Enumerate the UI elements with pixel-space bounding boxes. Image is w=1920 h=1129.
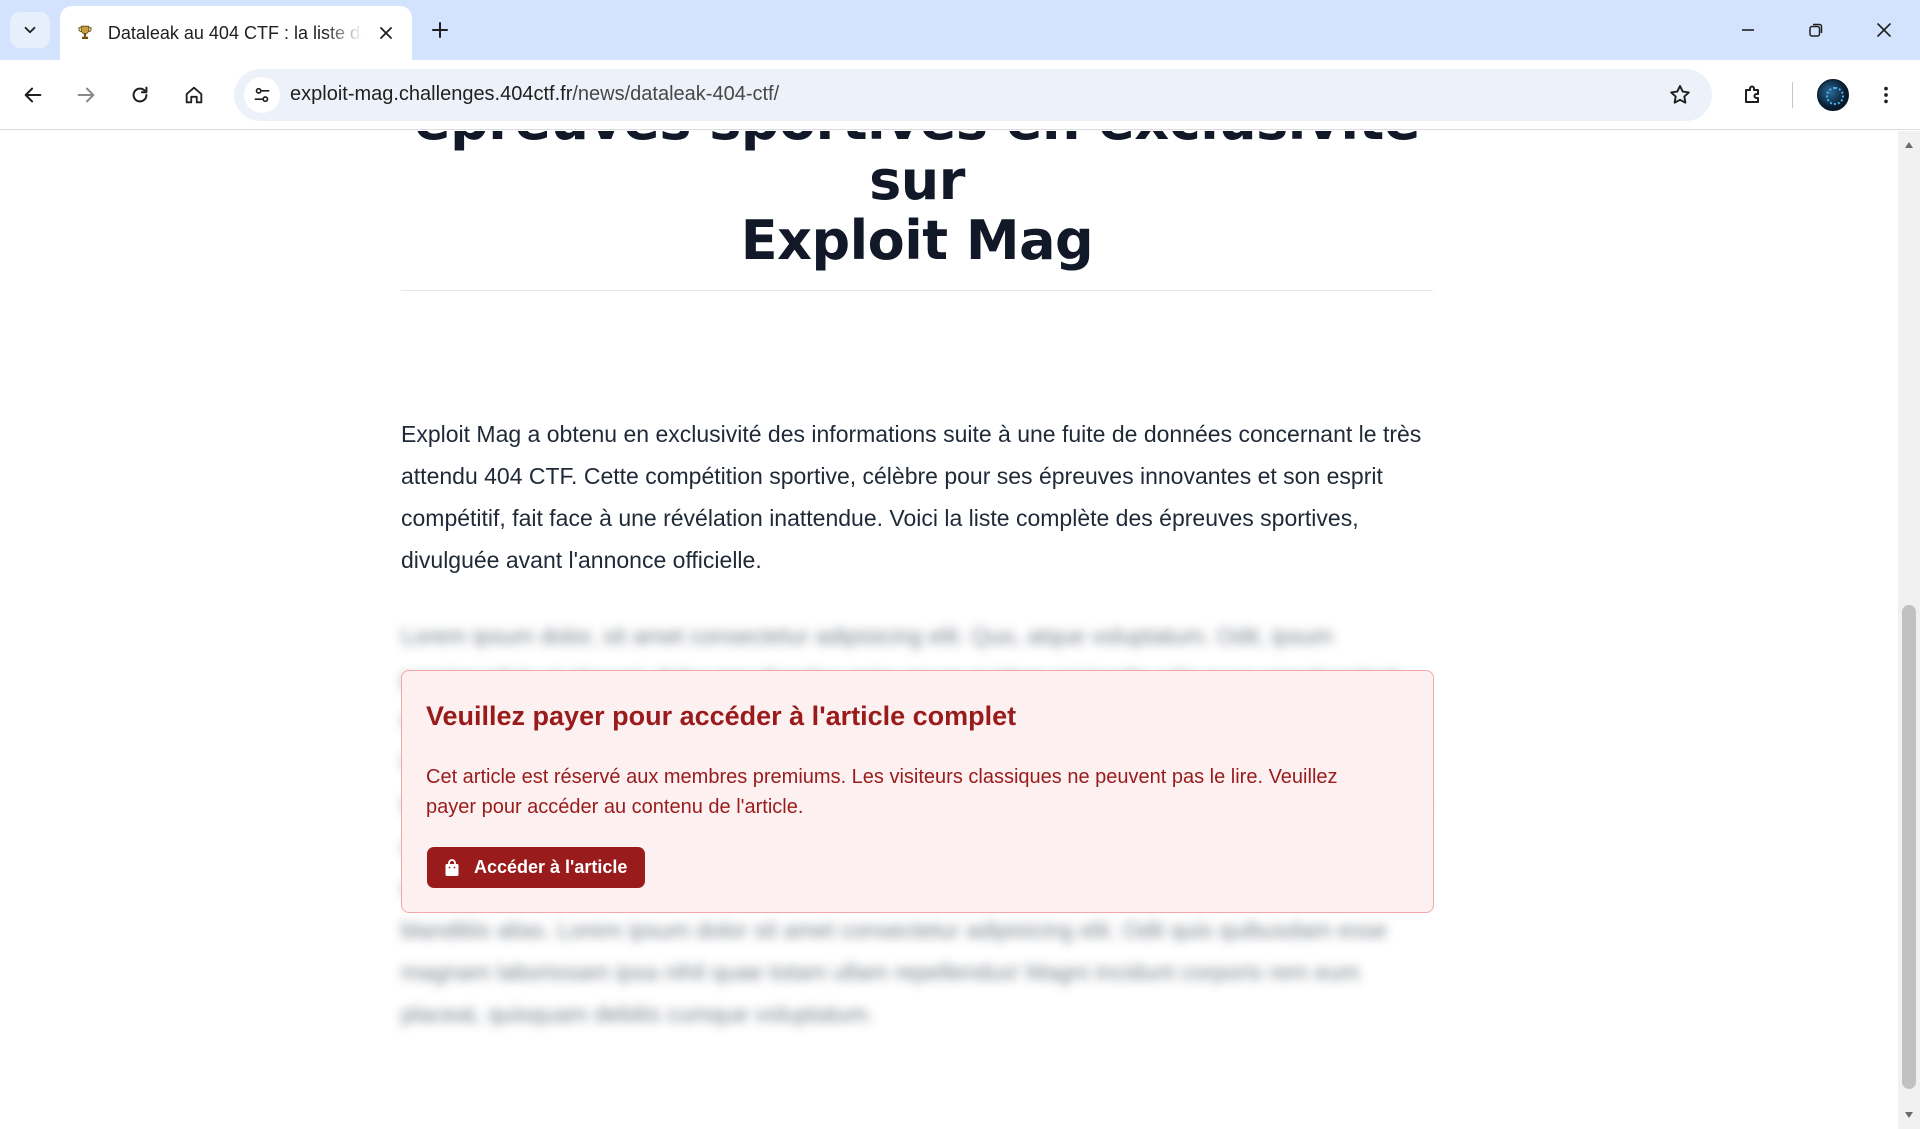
page-viewport: épreuves sportives en exclusivité sur Ex… (0, 131, 1898, 1129)
access-article-button[interactable]: Accéder à l'article (427, 847, 646, 888)
shopping-bag-icon (443, 858, 461, 877)
restore-icon (1809, 23, 1823, 37)
arrow-left-icon (24, 87, 42, 103)
tab-active[interactable]: Dataleak au 404 CTF : la liste des épreu… (60, 6, 412, 60)
paywall-box: Veuillez payer pour accéder à l'article … (401, 670, 1434, 913)
page-scrollbar[interactable] (1898, 131, 1920, 1129)
home-button[interactable] (174, 75, 214, 115)
home-icon (185, 86, 203, 104)
article-headline: épreuves sportives en exclusivité sur Ex… (401, 131, 1433, 271)
scroll-down-arrow-icon[interactable] (1898, 1105, 1920, 1125)
article-intro: Exploit Mag a obtenu en exclusivité des … (401, 421, 1422, 573)
scrollbar-thumb[interactable] (1902, 605, 1916, 1089)
minimize-button[interactable] (1720, 8, 1776, 52)
trophy-icon (74, 22, 96, 44)
close-icon[interactable] (374, 21, 398, 45)
close-icon (1877, 23, 1891, 37)
tab-search-button[interactable] (10, 12, 50, 48)
address-bar[interactable]: exploit-mag.challenges.404ctf.fr/news/da… (234, 69, 1712, 121)
url-host: exploit-mag.challenges.404ctf.fr (290, 83, 573, 105)
minimize-icon (1742, 29, 1754, 31)
headline-line-2: Exploit Mag (740, 209, 1094, 272)
reload-button[interactable] (120, 75, 160, 115)
toolbar-separator (1792, 82, 1793, 108)
avatar[interactable] (1817, 79, 1849, 111)
reload-icon (132, 86, 148, 103)
url-path: /news/dataleak-404-ctf/ (572, 83, 780, 105)
back-button[interactable] (13, 75, 53, 115)
arrow-right-icon (77, 87, 95, 103)
kebab-menu-icon (1884, 86, 1888, 104)
restore-button[interactable] (1788, 8, 1844, 52)
tab-strip: Dataleak au 404 CTF : la liste des épreu… (0, 0, 1920, 60)
paywall-text: Cet article est réservé aux membres prem… (426, 766, 1338, 818)
window-close-button[interactable] (1856, 8, 1912, 52)
puzzle-icon (1745, 85, 1759, 103)
browser-menu-button[interactable] (1866, 75, 1906, 115)
extensions-button[interactable] (1733, 75, 1773, 115)
chevron-down-icon (24, 26, 36, 34)
star-icon[interactable] (1666, 81, 1694, 109)
plus-icon (432, 22, 448, 38)
tune-icon (254, 87, 270, 103)
divider (401, 290, 1433, 291)
access-article-label: Accéder à l'article (474, 857, 628, 877)
url-text[interactable]: exploit-mag.challenges.404ctf.fr/news/da… (290, 83, 779, 106)
browser-toolbar: exploit-mag.challenges.404ctf.fr/news/da… (0, 60, 1920, 130)
tab-title: Dataleak au 404 CTF : la liste des épreu… (107, 22, 362, 43)
paywall-title: Veuillez payer pour accéder à l'article … (426, 701, 1017, 731)
headline-line-1: épreuves sportives en exclusivité sur (414, 131, 1420, 212)
site-info-button[interactable] (244, 77, 280, 113)
scroll-up-arrow-icon[interactable] (1898, 135, 1920, 155)
new-tab-button[interactable] (424, 14, 456, 46)
forward-button[interactable] (66, 75, 106, 115)
